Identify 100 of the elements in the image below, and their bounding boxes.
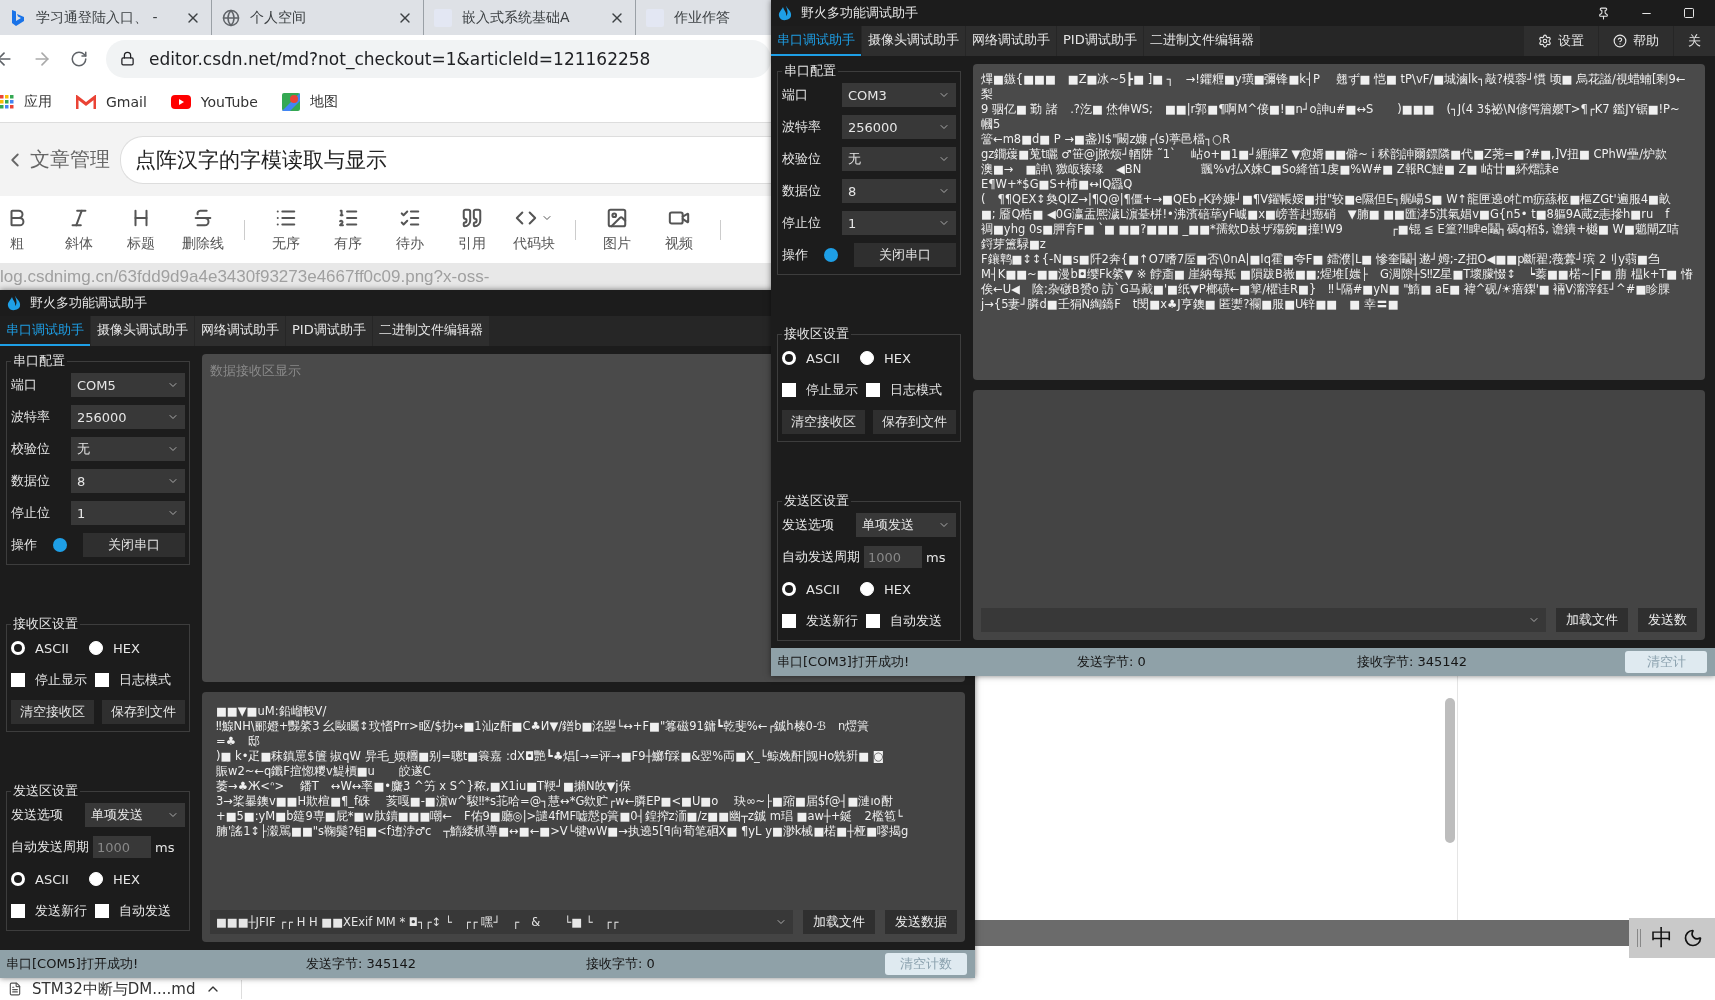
- sidebar-button[interactable]: 保存到文件: [873, 410, 956, 434]
- dropdown[interactable]: 无: [842, 147, 956, 171]
- close-port-button[interactable]: 关闭串口: [854, 243, 956, 267]
- tool-tab[interactable]: 串口调试助手: [0, 316, 90, 346]
- radio-icon[interactable]: [860, 582, 874, 596]
- radio-icon[interactable]: [782, 582, 796, 596]
- reload-icon[interactable]: [70, 49, 88, 68]
- horizontal-scrollbar[interactable]: [975, 920, 1629, 946]
- dropdown[interactable]: 1: [842, 211, 956, 235]
- checkbox-option[interactable]: 日志模式: [95, 671, 171, 689]
- dropdown[interactable]: 8: [71, 469, 185, 493]
- checkbox-icon[interactable]: [11, 673, 25, 687]
- tool-tab[interactable]: PID调试助手: [1057, 26, 1143, 56]
- editor-tool-button[interactable]: 引用: [441, 201, 503, 258]
- checkbox-option[interactable]: 停止显示: [11, 671, 87, 689]
- article-title-field[interactable]: 点阵汉字的字模读取与显示: [120, 135, 771, 184]
- dropdown[interactable]: COM3: [842, 83, 956, 107]
- bookmark-link[interactable]: YouTube: [170, 94, 258, 110]
- radio-icon[interactable]: [89, 641, 103, 655]
- dropdown[interactable]: COM5: [71, 373, 185, 397]
- editor-tool-button[interactable]: 无序: [255, 201, 317, 258]
- editor-tool-button[interactable]: 代码块: [503, 201, 565, 258]
- moon-icon[interactable]: [1683, 928, 1703, 948]
- editor-tool-button[interactable]: 标题: [110, 201, 172, 258]
- download-item[interactable]: STM32中断与DM....md: [8, 979, 243, 999]
- bookmark-link[interactable]: Gmail: [76, 94, 147, 110]
- checkbox-icon[interactable]: [95, 673, 109, 687]
- menu-button[interactable]: 设置: [1524, 26, 1598, 56]
- browser-tab[interactable]: 个人空间: [212, 0, 424, 35]
- checkbox-option[interactable]: 发送新行: [782, 612, 858, 630]
- tool-tab[interactable]: 串口调试助手: [771, 26, 861, 56]
- send-panel-button[interactable]: 加载文件: [1556, 608, 1628, 632]
- tool-tab[interactable]: 二进制文件编辑器: [372, 316, 489, 346]
- tool-tab[interactable]: 二进制文件编辑器: [1143, 26, 1260, 56]
- tool-tab[interactable]: 网络调试助手: [195, 316, 285, 346]
- bookmark-link[interactable]: 地图: [281, 93, 338, 111]
- ime-toolbar[interactable]: 中: [1629, 918, 1715, 958]
- radio-icon[interactable]: [11, 641, 25, 655]
- radio-icon[interactable]: [11, 872, 25, 886]
- dropdown[interactable]: 单项发送: [856, 513, 956, 537]
- dropdown[interactable]: 8: [842, 179, 956, 203]
- dropdown[interactable]: 单项发送: [85, 803, 185, 827]
- send-panel-button[interactable]: 发送数: [1638, 608, 1697, 632]
- tool-tab[interactable]: 摄像头调试助手: [91, 316, 194, 346]
- radio-option[interactable]: ASCII: [11, 871, 81, 887]
- sidebar-button[interactable]: 清空接收区: [782, 410, 865, 434]
- checkbox-option[interactable]: 日志模式: [866, 381, 942, 399]
- bookmark-link[interactable]: 应用: [0, 93, 52, 111]
- scrollbar-thumb[interactable]: [1445, 698, 1455, 843]
- ime-mode-text[interactable]: 中: [1651, 923, 1673, 953]
- checkbox-option[interactable]: 自动发送: [95, 902, 171, 920]
- editor-tool-button[interactable]: 斜体: [48, 201, 110, 258]
- send-input-field[interactable]: [981, 608, 1546, 632]
- radio-option[interactable]: ASCII: [11, 640, 81, 656]
- dropdown[interactable]: 1: [71, 501, 185, 525]
- send-panel-button[interactable]: 加载文件: [803, 910, 875, 934]
- grip-icon[interactable]: [1637, 929, 1641, 947]
- checkbox-option[interactable]: 停止显示: [782, 381, 858, 399]
- radio-icon[interactable]: [89, 872, 103, 886]
- checkbox-option[interactable]: 自动发送: [866, 612, 942, 630]
- checkbox-icon[interactable]: [782, 614, 796, 628]
- radio-option[interactable]: HEX: [89, 871, 159, 887]
- editor-tool-button[interactable]: 粗: [0, 201, 48, 258]
- menu-button[interactable]: 帮助: [1599, 26, 1673, 56]
- checkbox-icon[interactable]: [11, 904, 25, 918]
- period-field[interactable]: 1000: [864, 546, 922, 568]
- editor-tool-button[interactable]: 有序: [317, 201, 379, 258]
- tool-tab[interactable]: 网络调试助手: [966, 26, 1056, 56]
- dropdown[interactable]: 无: [71, 437, 185, 461]
- browser-tab[interactable]: 嵌入式系统基础A: [424, 0, 636, 35]
- editor-tool-button[interactable]: 图片: [586, 201, 648, 258]
- checkbox-icon[interactable]: [782, 383, 796, 397]
- tool-tab[interactable]: 摄像头调试助手: [862, 26, 965, 56]
- period-field[interactable]: 1000: [93, 836, 151, 858]
- tool-tab[interactable]: PID调试助手: [286, 316, 372, 346]
- radio-icon[interactable]: [782, 351, 796, 365]
- sidebar-button[interactable]: 保存到文件: [102, 700, 185, 724]
- dropdown[interactable]: 256000: [71, 405, 185, 429]
- address-bar[interactable]: editor.csdn.net/md?not_checkout=1&articleId=121162258: [106, 39, 771, 78]
- pin-icon[interactable]: [1597, 6, 1610, 20]
- radio-option[interactable]: HEX: [89, 640, 159, 656]
- radio-icon[interactable]: [860, 351, 874, 365]
- checkbox-icon[interactable]: [866, 614, 880, 628]
- editor-tool-button[interactable]: 视频: [648, 201, 710, 258]
- radio-option[interactable]: ASCII: [782, 581, 852, 597]
- radio-option[interactable]: HEX: [860, 581, 930, 597]
- checkbox-icon[interactable]: [866, 383, 880, 397]
- sidebar-button[interactable]: 清空接收区: [11, 700, 94, 724]
- browser-tab[interactable]: 学习通登陆入口、 -: [0, 0, 212, 35]
- checkbox-icon[interactable]: [95, 904, 109, 918]
- menu-button[interactable]: 关: [1674, 26, 1715, 56]
- editor-tool-button[interactable]: 删除线: [172, 201, 234, 258]
- send-input-field[interactable]: ■■■┼JFIF ┌┌ H H ■■XExif MM * ◘┐┌↕ └ ┌┌ 嘿┘ ┌ & └■ └ ┌┌: [210, 910, 793, 934]
- maximize-icon[interactable]: [1683, 7, 1695, 19]
- editor-tool-button[interactable]: 待办: [379, 201, 441, 258]
- article-manage-link[interactable]: 文章管理: [4, 146, 110, 173]
- send-panel-button[interactable]: 发送数据: [885, 910, 957, 934]
- checkbox-option[interactable]: 发送新行: [11, 902, 87, 920]
- dropdown[interactable]: 256000: [842, 115, 956, 139]
- close-port-button[interactable]: 关闭串口: [83, 533, 185, 557]
